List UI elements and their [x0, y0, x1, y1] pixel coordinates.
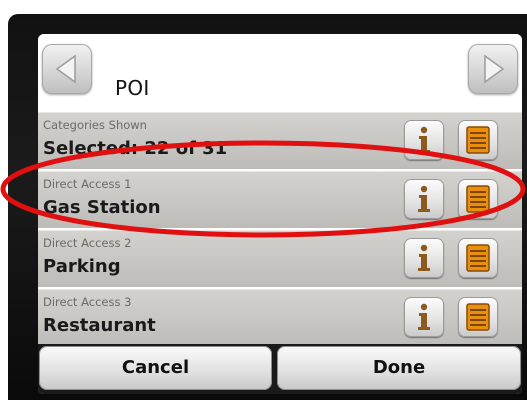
list-icon: [466, 303, 490, 331]
next-button[interactable]: [468, 44, 518, 94]
list-button[interactable]: [458, 297, 498, 337]
row-caption: Categories Shown: [43, 118, 147, 132]
info-icon: [418, 126, 430, 153]
list-icon: [466, 126, 490, 154]
row-direct-access-3[interactable]: Direct Access 3 Restaurant: [38, 289, 522, 346]
poi-settings-list: Categories Shown Selected: 22 of 31 Dire…: [38, 112, 522, 348]
chevron-left-icon: [55, 54, 76, 84]
previous-button[interactable]: [42, 44, 92, 94]
info-button[interactable]: [404, 120, 444, 160]
list-icon: [466, 244, 490, 272]
list-button[interactable]: [458, 120, 498, 160]
info-button[interactable]: [404, 297, 444, 337]
row-value: Selected: 22 of 31: [43, 138, 228, 159]
row-caption: Direct Access 2: [43, 236, 132, 250]
info-button[interactable]: [404, 179, 444, 219]
cancel-button[interactable]: Cancel: [39, 346, 272, 390]
device-frame: POI Categories Shown Selected: 22 of 31: [8, 14, 527, 400]
info-icon: [418, 185, 430, 212]
info-icon: [418, 303, 430, 330]
page-title: POI: [115, 76, 150, 100]
row-value: Gas Station: [43, 197, 161, 218]
screen: POI Categories Shown Selected: 22 of 31: [38, 34, 522, 394]
row-direct-access-1[interactable]: Direct Access 1 Gas Station: [38, 171, 522, 228]
row-categories-shown[interactable]: Categories Shown Selected: 22 of 31: [38, 112, 522, 169]
info-icon: [418, 244, 430, 271]
row-direct-access-2[interactable]: Direct Access 2 Parking: [38, 230, 522, 287]
title-bar: POI: [38, 34, 522, 112]
info-button[interactable]: [404, 238, 444, 278]
list-icon: [466, 185, 490, 213]
list-button[interactable]: [458, 238, 498, 278]
bottom-bar: Cancel Done: [38, 344, 522, 394]
row-value: Restaurant: [43, 315, 156, 336]
row-caption: Direct Access 1: [43, 177, 132, 191]
list-button[interactable]: [458, 179, 498, 219]
done-button[interactable]: Done: [277, 346, 521, 390]
row-caption: Direct Access 3: [43, 295, 132, 309]
row-value: Parking: [43, 256, 121, 277]
chevron-right-icon: [484, 54, 505, 84]
